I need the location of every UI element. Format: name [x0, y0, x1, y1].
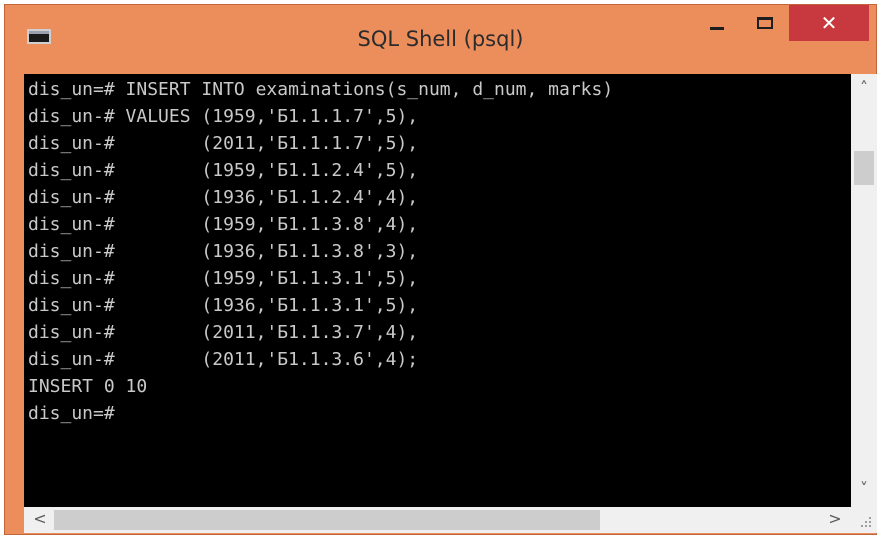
console-line: dis_un-# (1936,'Б1.1.3.1',5),	[28, 295, 419, 316]
minimize-icon	[710, 26, 724, 30]
resize-grip-icon[interactable]	[851, 507, 877, 533]
console-output[interactable]: dis_un=# INSERT INTO examinations(s_num,…	[24, 74, 851, 507]
console-line: dis_un-# (2011,'Б1.1.3.6',4);	[28, 349, 419, 370]
console-prompt: dis_un=#	[28, 403, 115, 424]
console-line: dis_un=# INSERT INTO examinations(s_num,…	[28, 79, 614, 100]
scroll-up-icon[interactable]: ˄	[851, 78, 877, 102]
title-bar[interactable]: SQL Shell (psql) ✕	[5, 5, 876, 65]
maximize-icon	[757, 17, 773, 29]
vertical-scroll-thumb[interactable]	[854, 151, 874, 185]
horizontal-scroll-thumb[interactable]	[54, 510, 600, 530]
scroll-down-icon[interactable]: ˅	[851, 479, 877, 503]
scroll-right-icon[interactable]: >	[823, 509, 847, 531]
vertical-scrollbar[interactable]: ˄ ˅	[851, 74, 877, 507]
console-line: dis_un-# (1959,'Б1.1.2.4',5),	[28, 160, 419, 181]
console-line: dis_un-# (1936,'Б1.1.2.4',4),	[28, 187, 419, 208]
psql-window: SQL Shell (psql) ✕ dis_un=# INSERT INTO …	[4, 4, 877, 535]
close-button[interactable]: ✕	[789, 5, 869, 41]
console-line: dis_un-# (2011,'Б1.1.3.7',4),	[28, 322, 419, 343]
console-line: dis_un-# (1936,'Б1.1.3.8',3),	[28, 241, 419, 262]
console-line: dis_un-# (2011,'Б1.1.1.7',5),	[28, 133, 419, 154]
close-icon: ✕	[820, 11, 838, 35]
console-line: dis_un-# (1959,'Б1.1.3.8',4),	[28, 214, 419, 235]
scroll-left-icon[interactable]: <	[28, 509, 52, 531]
minimize-button[interactable]	[693, 5, 741, 41]
horizontal-scrollbar[interactable]: < >	[24, 507, 851, 533]
console-line: dis_un-# (1959,'Б1.1.3.1',5),	[28, 268, 419, 289]
maximize-button[interactable]	[741, 5, 789, 41]
console-line: INSERT 0 10	[28, 376, 148, 397]
console-line: dis_un-# VALUES (1959,'Б1.1.1.7',5),	[28, 106, 419, 127]
